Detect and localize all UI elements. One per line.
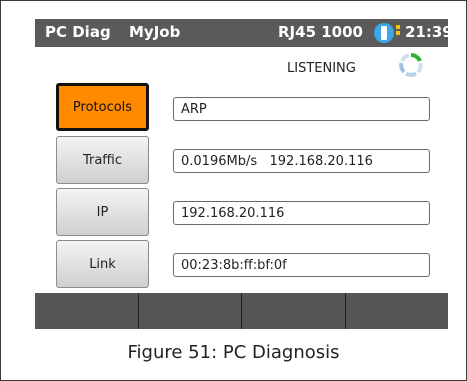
link-button[interactable]: Link — [56, 240, 149, 288]
listening-status: LISTENING — [287, 61, 356, 76]
clock: 21:39 — [405, 23, 453, 41]
softkey-3[interactable] — [242, 293, 346, 329]
link-value: 00:23:8b:ff:bf:0f — [173, 253, 430, 277]
figure-caption: Figure 51: PC Diagnosis — [127, 342, 340, 363]
softkey-4[interactable] — [346, 293, 449, 329]
softkey-2[interactable] — [139, 293, 242, 329]
link-info: RJ45 1000 — [278, 23, 363, 41]
protocols-value: ARP — [173, 97, 430, 121]
app-title: PC Diag — [45, 23, 111, 41]
battery-icon — [374, 23, 394, 43]
device-screen: PC Diag MyJob RJ45 1000 21:39 LISTENING … — [35, 19, 453, 329]
traffic-button[interactable]: Traffic — [56, 136, 149, 184]
softkey-1[interactable] — [35, 293, 139, 329]
figure-frame: PC Diag MyJob RJ45 1000 21:39 LISTENING … — [0, 0, 467, 381]
status-bar: PC Diag MyJob RJ45 1000 21:39 — [35, 19, 453, 47]
ip-value: 192.168.20.116 — [173, 201, 430, 225]
traffic-value: 0.0196Mb/s 192.168.20.116 — [173, 149, 430, 173]
softkey-bar — [35, 293, 448, 329]
charge-level-icon — [396, 25, 400, 41]
protocols-button[interactable]: Protocols — [56, 83, 149, 131]
ip-button[interactable]: IP — [56, 188, 149, 236]
job-name: MyJob — [129, 23, 181, 41]
activity-spinner-icon — [399, 53, 423, 77]
